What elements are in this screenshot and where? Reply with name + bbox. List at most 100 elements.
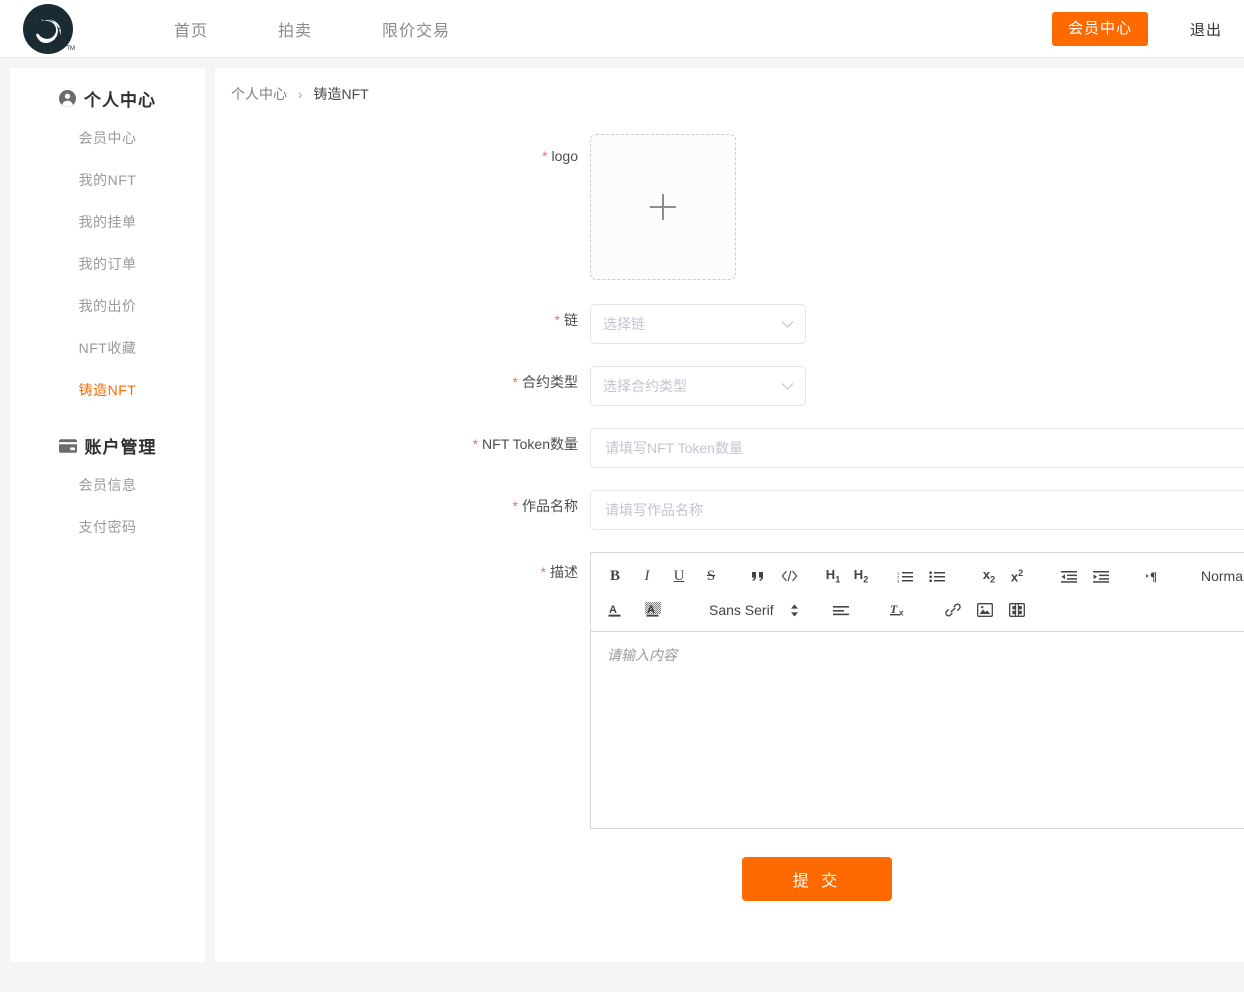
bullet-list-icon[interactable] — [923, 563, 951, 589]
form-row-chain: *链 选择链 — [215, 304, 1244, 344]
logout-link[interactable]: 退出 — [1190, 19, 1222, 40]
logo-trademark: TM — [66, 46, 75, 52]
required-mark: * — [555, 312, 560, 328]
sidebar-item-my-nft[interactable]: 我的NFT — [10, 159, 205, 201]
description-editor-placeholder: 请输入内容 — [607, 647, 677, 663]
work-name-placeholder: 请填写作品名称 — [605, 500, 703, 520]
sidebar-item-my-listings[interactable]: 我的挂单 — [10, 201, 205, 243]
page-body: 个人中心 会员中心 我的NFT 我的挂单 我的订单 我的出价 NFT收藏 铸造N… — [0, 58, 1244, 992]
underline-icon[interactable]: U — [665, 563, 693, 589]
chevron-down-icon — [781, 320, 794, 329]
required-mark: * — [473, 436, 478, 452]
sidebar-group-personal-label: 个人中心 — [84, 86, 156, 111]
sidebar-item-mint-nft[interactable]: 铸造NFT — [10, 369, 205, 411]
logo-label-text: logo — [552, 148, 578, 164]
breadcrumb-root[interactable]: 个人中心 — [231, 86, 287, 102]
code-block-icon[interactable] — [775, 563, 803, 589]
sidebar-item-nft-collection[interactable]: NFT收藏 — [10, 327, 205, 369]
blockquote-icon[interactable] — [743, 563, 771, 589]
sidebar-item-member-info[interactable]: 会员信息 — [10, 464, 205, 506]
site-header: TM 首页 拍卖 限价交易 会员中心 退出 — [0, 0, 1244, 58]
font-family-picker[interactable]: Sans Serif — [703, 602, 799, 618]
main-content: 个人中心 › 铸造NFT *logo *链 选择链 — [215, 68, 1244, 962]
chevron-down-icon — [781, 382, 794, 391]
member-center-button[interactable]: 会员中心 — [1052, 12, 1148, 46]
token-amount-label: *NFT Token数量 — [215, 428, 590, 460]
token-amount-label-text: NFT Token数量 — [482, 436, 578, 452]
sidebar-item-my-bids[interactable]: 我的出价 — [10, 285, 205, 327]
breadcrumb-separator-icon: › — [298, 86, 303, 102]
subscript-icon[interactable]: x2 — [977, 563, 1001, 589]
form-row-description: *描述 B I U S — [215, 552, 1244, 829]
description-label-text: 描述 — [550, 564, 578, 580]
main-nav: 首页 拍卖 限价交易 — [96, 17, 458, 41]
contract-type-select[interactable]: 选择合约类型 — [590, 366, 806, 406]
editor-toolbar-row-2: A A Sans Serif — [599, 593, 1244, 627]
nav-auction[interactable]: 拍卖 — [270, 17, 320, 41]
link-icon[interactable] — [939, 597, 967, 623]
align-icon[interactable] — [827, 597, 855, 623]
video-icon[interactable] — [1003, 597, 1031, 623]
bold-icon[interactable]: B — [601, 563, 629, 589]
svg-text:A: A — [647, 604, 655, 616]
breadcrumb: 个人中心 › 铸造NFT — [215, 68, 1244, 104]
sidebar-group-account: 账户管理 — [10, 433, 205, 458]
logo-link[interactable]: TM — [0, 3, 96, 55]
form-row-logo: *logo — [215, 134, 1244, 280]
contract-type-label: *合约类型 — [215, 366, 590, 398]
indent-icon[interactable] — [1087, 563, 1115, 589]
description-editor-body[interactable]: 请输入内容 — [591, 632, 1244, 828]
chain-select[interactable]: 选择链 — [590, 304, 806, 344]
font-color-icon[interactable]: A — [601, 597, 629, 623]
sidebar-item-member-center[interactable]: 会员中心 — [10, 117, 205, 159]
strikethrough-icon[interactable]: S — [697, 563, 725, 589]
updown-icon — [790, 604, 799, 617]
svg-text:3: 3 — [897, 578, 900, 583]
chain-label: *链 — [215, 304, 590, 336]
form-row-contract-type: *合约类型 选择合约类型 — [215, 366, 1244, 406]
logo-label: *logo — [215, 134, 590, 166]
submit-button[interactable]: 提 交 — [742, 857, 892, 901]
credit-card-icon — [59, 439, 77, 453]
nav-limit-trade[interactable]: 限价交易 — [374, 17, 458, 41]
rich-text-editor: B I U S H1 — [590, 552, 1244, 829]
ordered-list-icon[interactable]: 123 — [891, 563, 919, 589]
svg-text:x: x — [899, 608, 904, 617]
svg-text:¶: ¶ — [1150, 569, 1157, 583]
outdent-icon[interactable] — [1055, 563, 1083, 589]
sidebar-item-pay-password[interactable]: 支付密码 — [10, 506, 205, 548]
sidebar-item-my-orders[interactable]: 我的订单 — [10, 243, 205, 285]
italic-icon[interactable]: I — [633, 563, 661, 589]
contract-type-label-text: 合约类型 — [522, 374, 578, 390]
work-name-input[interactable]: 请填写作品名称 — [590, 490, 1244, 530]
editor-toolbar-row-1: B I U S H1 — [599, 559, 1244, 593]
token-amount-placeholder: 请填写NFT Token数量 — [605, 438, 743, 458]
work-name-label: *作品名称 — [215, 490, 590, 522]
image-icon[interactable] — [971, 597, 999, 623]
nav-home[interactable]: 首页 — [166, 17, 216, 41]
description-label: *描述 — [215, 552, 590, 582]
svg-text:A: A — [609, 604, 617, 616]
breadcrumb-current: 铸造NFT — [313, 86, 368, 102]
mint-nft-form: *logo *链 选择链 — [215, 104, 1244, 901]
sidebar: 个人中心 会员中心 我的NFT 我的挂单 我的订单 我的出价 NFT收藏 铸造N… — [10, 68, 205, 962]
font-size-picker-label: Normal — [1195, 568, 1244, 584]
heading-1-icon[interactable]: H1 — [821, 563, 845, 589]
superscript-icon[interactable]: x2 — [1005, 563, 1029, 589]
form-row-token-amount: *NFT Token数量 请填写NFT Token数量 — [215, 428, 1244, 468]
text-direction-icon[interactable]: ¶ — [1141, 563, 1167, 589]
required-mark: * — [541, 564, 546, 580]
logo-upload-dropzone[interactable] — [590, 134, 736, 280]
sidebar-group-account-label: 账户管理 — [85, 433, 157, 458]
required-mark: * — [513, 498, 518, 514]
token-amount-input[interactable]: 请填写NFT Token数量 — [590, 428, 1244, 468]
clear-format-icon[interactable]: Tx — [887, 597, 911, 623]
font-size-picker[interactable]: Normal — [1195, 568, 1244, 584]
background-color-icon[interactable]: A — [639, 597, 667, 623]
heading-2-icon[interactable]: H2 — [849, 563, 873, 589]
work-name-label-text: 作品名称 — [522, 498, 578, 514]
sidebar-group-personal: 个人中心 — [10, 86, 205, 111]
plus-icon — [650, 194, 676, 220]
user-circle-icon — [59, 90, 76, 107]
submit-row: 提 交 — [215, 857, 1244, 901]
